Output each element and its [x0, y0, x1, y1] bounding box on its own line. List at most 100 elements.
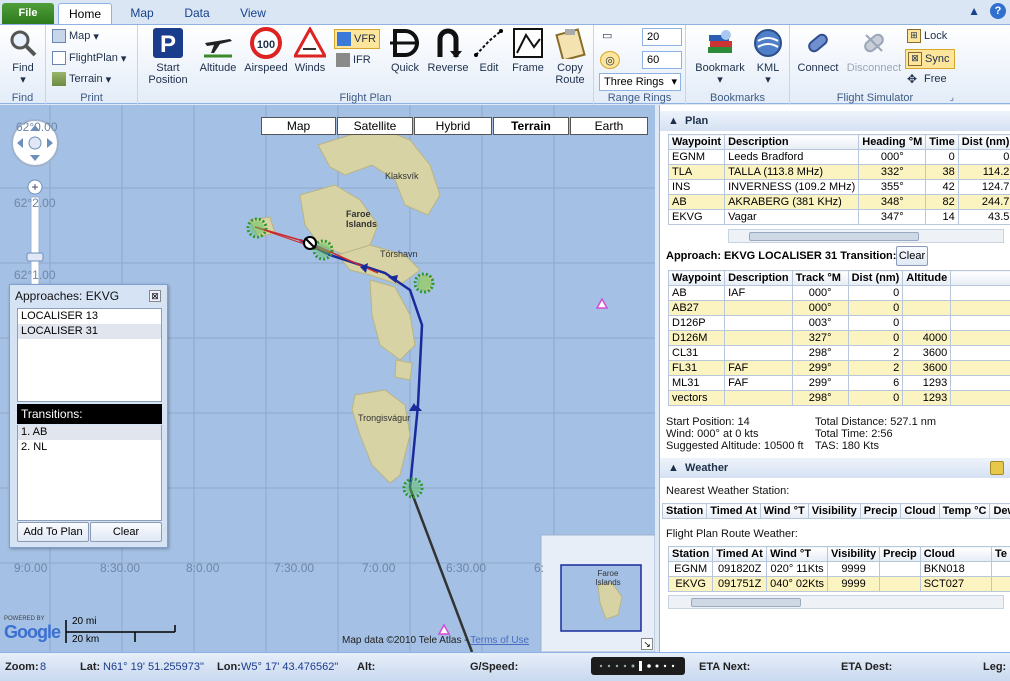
transition-item-selected[interactable]: 1. AB [18, 425, 161, 440]
free-button[interactable]: ✥ Free [907, 72, 947, 86]
help-icon[interactable]: ? [990, 3, 1006, 19]
col-temp[interactable]: Te [990, 546, 1010, 562]
col-description[interactable]: Description [724, 134, 860, 150]
add-to-plan-button[interactable]: Add To Plan [17, 522, 89, 542]
connect-button[interactable]: Connect [794, 27, 842, 74]
table-row[interactable]: AB AKRABERG (381 KHz) 348° 82 244.7 [667, 194, 1010, 210]
reverse-button[interactable]: Reverse [426, 27, 470, 74]
col-visibility[interactable]: Visibility [807, 503, 861, 519]
col-dist[interactable]: Dist (nm) [847, 270, 904, 286]
col-wind[interactable]: Wind °T [759, 503, 809, 519]
tab-data[interactable]: Data [172, 3, 222, 24]
lon-grid-label: 6:30.00 [446, 561, 487, 575]
col-altitude[interactable]: Altitude [902, 270, 952, 286]
col-description[interactable]: Description [724, 270, 793, 286]
bookmark-button[interactable]: Bookmark ▾ [692, 27, 748, 86]
table-row[interactable]: EGNM 091820Z 020° 11Kts 9999 BKN018 [667, 561, 1010, 577]
col-wind[interactable]: Wind °T [766, 546, 829, 562]
maptype-terrain-button[interactable]: Terrain [493, 117, 569, 135]
vfr-toggle[interactable]: VFR [334, 29, 380, 49]
find-button[interactable]: Find ▾ [4, 27, 42, 86]
col-precip[interactable]: Precip [859, 503, 902, 519]
clear-approach-button[interactable]: Clear [896, 246, 928, 266]
scroll-thumb[interactable] [691, 598, 801, 607]
col-time[interactable]: Time [925, 134, 959, 150]
col-waypoint[interactable]: Waypoint [667, 270, 726, 286]
maptype-map-button[interactable]: Map [261, 117, 336, 135]
table-row[interactable]: FL31 FAF 299° 2 3600 [667, 360, 1010, 376]
dialog-launcher-icon[interactable]: ⌟ [950, 92, 954, 103]
table-row[interactable]: TLA TALLA (113.8 MHz) 332° 38 114.2 [667, 164, 1010, 180]
disconnect-button[interactable]: Disconnect [844, 27, 904, 74]
airspeed-button[interactable]: 100 Airspeed [242, 27, 290, 74]
frame-button[interactable]: Frame [508, 27, 548, 74]
print-terrain-button[interactable]: Terrain ▾ [52, 72, 111, 86]
col-station[interactable]: Station [661, 503, 708, 519]
weather-refresh-icon[interactable] [990, 461, 1004, 475]
tab-map[interactable]: Map [118, 3, 166, 24]
plan-section-header[interactable]: ▲ Plan [660, 111, 1010, 131]
table-row[interactable]: INS INVERNESS (109.2 MHz) 355° 42 124.7 [667, 179, 1010, 195]
rings-select[interactable]: Three Rings ▾ [599, 73, 681, 91]
maptype-hybrid-button[interactable]: Hybrid [414, 117, 492, 135]
faroe-islands-landmass [249, 129, 441, 484]
tab-view[interactable]: View [228, 3, 278, 24]
col-station[interactable]: Station [667, 546, 714, 562]
lock-button[interactable]: ⊞ Lock [907, 29, 947, 43]
plan-hscrollbar[interactable] [728, 229, 1004, 243]
start-position-button[interactable]: P Start Position [144, 27, 192, 86]
table-row[interactable]: AB IAF 000° 0 [667, 285, 1010, 301]
connect-label: Connect [797, 62, 839, 74]
approach-item[interactable]: LOCALISER 13 [18, 309, 161, 324]
maptype-satellite-button[interactable]: Satellite [337, 117, 413, 135]
edit-button[interactable]: Edit [472, 27, 506, 74]
tab-home[interactable]: Home [58, 3, 112, 24]
overview-toggle-icon[interactable]: ↘ [641, 638, 653, 650]
table-row[interactable]: ML31 FAF 299° 6 1293 [667, 375, 1010, 391]
approach-item-selected[interactable]: LOCALISER 31 [18, 324, 161, 339]
weather-section-header[interactable]: ▲ Weather [660, 458, 1010, 478]
table-row[interactable]: EKVG 091751Z 040° 02Kts 9999 SCT027 [667, 576, 1010, 592]
scroll-thumb[interactable] [749, 232, 919, 241]
weather-hscrollbar[interactable] [668, 595, 1004, 609]
col-heading[interactable]: Heading °M [858, 134, 927, 150]
terms-of-use-link[interactable]: Terms of Use [470, 635, 529, 646]
table-row[interactable]: D126P 003° 0 [667, 315, 1010, 331]
table-row[interactable]: EKVG Vagar 347° 14 43.5 [667, 209, 1010, 225]
col-cloud[interactable]: Cloud [900, 503, 940, 519]
col-temp[interactable]: Temp °C [938, 503, 991, 519]
kml-button[interactable]: KML ▾ [750, 27, 786, 86]
table-row[interactable]: CL31 298° 2 3600 [667, 345, 1010, 361]
col-track[interactable]: Track °M [791, 270, 849, 286]
col-dist[interactable]: Dist (nm) [957, 134, 1010, 150]
altitude-button[interactable]: Altitude [196, 27, 240, 74]
table-row[interactable]: vectors 298° 0 1293 [667, 390, 1010, 406]
ring-value-2-input[interactable]: 60 [642, 51, 682, 69]
close-icon[interactable]: ⊠ [149, 290, 161, 302]
col-cloud[interactable]: Cloud [919, 546, 992, 562]
col-dew[interactable]: Dew ° [989, 503, 1010, 519]
table-row[interactable]: EGNM Leeds Bradford 000° 0 0 [667, 149, 1010, 165]
table-row[interactable]: D126M 327° 0 4000 [667, 330, 1010, 346]
maptype-earth-button[interactable]: Earth [570, 117, 648, 135]
transition-item[interactable]: 2. NL [18, 440, 161, 455]
col-visibility[interactable]: Visibility [827, 546, 881, 562]
col-waypoint[interactable]: Waypoint [667, 134, 726, 150]
clear-approaches-button[interactable]: Clear [90, 522, 162, 542]
sync-toggle[interactable]: ⊠ Sync [905, 49, 955, 69]
overview-map[interactable] [540, 534, 655, 652]
ifr-toggle[interactable]: IFR [336, 53, 371, 67]
col-timed-at[interactable]: Timed At [706, 503, 761, 519]
quick-button[interactable]: Quick [386, 27, 424, 74]
print-flightplan-button[interactable]: FlightPlan ▾ [52, 51, 126, 65]
print-map-button[interactable]: Map ▾ [52, 29, 99, 43]
ring-value-1-input[interactable]: 20 [642, 28, 682, 46]
ribbon-collapse-icon[interactable]: ▲ [968, 4, 980, 18]
compass-icon[interactable]: ◎ [600, 51, 620, 69]
tab-file[interactable]: File [2, 3, 54, 24]
table-row[interactable]: AB27 000° 0 [667, 300, 1010, 316]
winds-button[interactable]: Winds [290, 27, 330, 74]
col-timed-at[interactable]: Timed At [712, 546, 768, 562]
copy-route-button[interactable]: Copy Route [550, 27, 590, 86]
col-precip[interactable]: Precip [879, 546, 921, 562]
